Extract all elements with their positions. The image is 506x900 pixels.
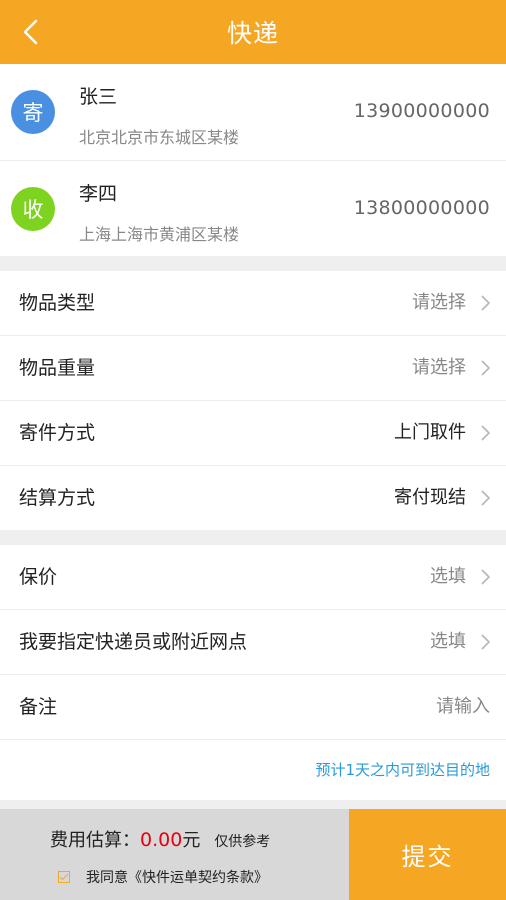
chevron-right-icon (481, 425, 490, 441)
estimate-note-row: 预计1天之内可到达目的地 (0, 740, 506, 800)
remark-input[interactable]: 请输入 (436, 675, 490, 739)
fee-estimate: 费用估算：0.00元 仅供参考 (50, 826, 270, 852)
delivery-estimate-text: 预计1天之内可到达目的地 (315, 761, 490, 779)
agreement-toggle[interactable]: 我同意《快件运单契约条款》 (58, 867, 268, 887)
remark-label: 备注 (19, 696, 58, 718)
page-title: 快递 (226, 19, 279, 48)
fee-panel: 费用估算：0.00元 仅供参考 我同意《快件运单契约条款》 (0, 809, 349, 900)
chevron-right-icon (481, 490, 490, 506)
agreement-checkbox[interactable] (58, 871, 70, 883)
fee-amount: 0.00 (140, 829, 183, 851)
contacts-card: 寄 张三 北京北京市东城区某楼 13900000000 收 李四 上海上海市黄浦… (0, 64, 506, 256)
sender-phone: 13900000000 (353, 100, 490, 122)
sender-address: 北京北京市东城区某楼 (79, 128, 240, 147)
receiver-row[interactable]: 收 李四 上海上海市黄浦区某楼 13800000000 (0, 160, 506, 257)
shipping-method-label: 寄件方式 (19, 422, 96, 444)
payment-method-value: 寄付现结 (394, 487, 466, 508)
fee-label: 费用估算： (50, 830, 140, 851)
item-type-value: 请选择 (412, 292, 466, 313)
item-type-row[interactable]: 物品类型 请选择 (0, 271, 506, 336)
shipping-method-value: 上门取件 (394, 422, 466, 443)
insurance-label: 保价 (19, 566, 58, 588)
receiver-phone: 13800000000 (353, 197, 490, 219)
receiver-badge: 收 (11, 187, 55, 231)
shipping-method-row[interactable]: 寄件方式 上门取件 (0, 401, 506, 466)
chevron-right-icon (481, 569, 490, 585)
chevron-right-icon (481, 295, 490, 311)
extras-group: 保价 选填 我要指定快递员或附近网点 选填 备注 请输入 预计1天之内可到达目的… (0, 545, 506, 800)
item-weight-value: 请选择 (412, 357, 466, 378)
agreement-text[interactable]: 我同意《快件运单契约条款》 (86, 867, 268, 887)
insurance-value: 选填 (430, 566, 466, 587)
item-weight-label: 物品重量 (19, 357, 96, 379)
sender-badge: 寄 (11, 90, 55, 134)
insurance-row[interactable]: 保价 选填 (0, 545, 506, 610)
item-details-group: 物品类型 请选择 物品重量 请选择 寄件方式 上门取件 结算方式 寄付现结 (0, 271, 506, 530)
payment-method-label: 结算方式 (19, 487, 96, 509)
back-button[interactable] (8, 10, 52, 54)
receiver-name: 李四 (79, 183, 118, 205)
fee-unit: 元 (182, 830, 201, 851)
chevron-left-icon (23, 19, 38, 45)
courier-select-label: 我要指定快递员或附近网点 (19, 631, 248, 653)
fee-reference-note: 仅供参考 (214, 834, 271, 850)
submit-button[interactable]: 提交 (349, 809, 506, 900)
payment-method-row[interactable]: 结算方式 寄付现结 (0, 466, 506, 530)
app-header: 快递 (0, 0, 506, 64)
sender-name: 张三 (79, 86, 118, 108)
courier-select-row[interactable]: 我要指定快递员或附近网点 选填 (0, 610, 506, 675)
sender-row[interactable]: 寄 张三 北京北京市东城区某楼 13900000000 (0, 64, 506, 160)
courier-select-value: 选填 (430, 631, 466, 652)
receiver-address: 上海上海市黄浦区某楼 (79, 225, 240, 244)
remark-row[interactable]: 备注 请输入 (0, 675, 506, 740)
chevron-right-icon (481, 360, 490, 376)
bottom-bar: 费用估算：0.00元 仅供参考 我同意《快件运单契约条款》 提交 (0, 809, 506, 900)
item-type-label: 物品类型 (19, 292, 96, 314)
chevron-right-icon (481, 634, 490, 650)
item-weight-row[interactable]: 物品重量 请选择 (0, 336, 506, 401)
